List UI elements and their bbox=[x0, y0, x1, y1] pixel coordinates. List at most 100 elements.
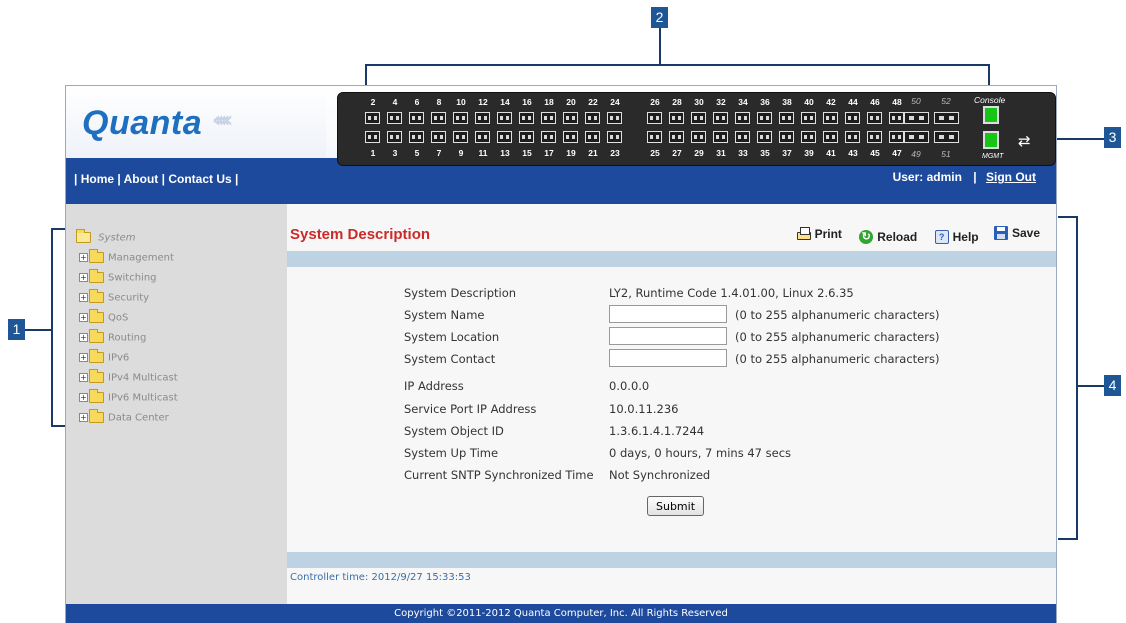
ethernet-port-31[interactable] bbox=[713, 131, 728, 143]
help-button[interactable]: ? Help bbox=[934, 230, 979, 244]
ethernet-port-21[interactable] bbox=[585, 131, 600, 143]
sidebar-item-ipv4-multicast[interactable]: + IPv4 Multicast bbox=[79, 369, 178, 384]
callout-4-line bbox=[1078, 385, 1104, 387]
sfp-port-50[interactable] bbox=[904, 112, 929, 124]
nav-sep: | bbox=[74, 172, 78, 186]
ethernet-port-11[interactable] bbox=[475, 131, 490, 143]
expand-icon[interactable]: + bbox=[79, 313, 88, 322]
ethernet-port-32[interactable] bbox=[713, 112, 728, 124]
ethernet-port-47[interactable] bbox=[889, 131, 904, 143]
callout-1-bracket bbox=[51, 228, 53, 427]
ethernet-port-8[interactable] bbox=[431, 112, 446, 124]
port-number-label: 45 bbox=[870, 148, 880, 158]
swap-arrows-icon[interactable]: ⇄ bbox=[1018, 132, 1031, 150]
ethernet-port-14[interactable] bbox=[497, 112, 512, 124]
ethernet-port-22[interactable] bbox=[585, 112, 600, 124]
sidebar-item-routing[interactable]: + Routing bbox=[79, 329, 146, 344]
footer-band bbox=[287, 552, 1056, 568]
console-port[interactable] bbox=[983, 106, 999, 124]
port-number-label: 17 bbox=[544, 148, 554, 158]
ethernet-port-6[interactable] bbox=[409, 112, 424, 124]
ethernet-port-17[interactable] bbox=[541, 131, 556, 143]
ethernet-port-36[interactable] bbox=[757, 112, 772, 124]
reload-button[interactable]: ↻ Reload bbox=[859, 230, 917, 244]
sidebar-item-security[interactable]: + Security bbox=[79, 289, 149, 304]
ethernet-port-46[interactable] bbox=[867, 112, 882, 124]
header: Quanta ‹‹‹‹‹ | Home | About | Contact Us… bbox=[66, 86, 1056, 204]
ethernet-port-33[interactable] bbox=[735, 131, 750, 143]
sidebar-item-ipv6[interactable]: + IPv6 bbox=[79, 349, 129, 364]
sfp-port-51[interactable] bbox=[934, 131, 959, 143]
expand-icon[interactable]: + bbox=[79, 373, 88, 382]
submit-button[interactable]: Submit bbox=[647, 496, 705, 516]
system-location-input[interactable] bbox=[609, 327, 727, 345]
ethernet-port-12[interactable] bbox=[475, 112, 490, 124]
nav-home-link[interactable]: Home bbox=[81, 172, 114, 186]
help-book-icon: ? bbox=[934, 230, 949, 244]
ethernet-port-42[interactable] bbox=[823, 112, 838, 124]
ethernet-port-9[interactable] bbox=[453, 131, 468, 143]
ethernet-port-15[interactable] bbox=[519, 131, 534, 143]
ethernet-port-28[interactable] bbox=[669, 112, 684, 124]
sidebar-item-management[interactable]: + Management bbox=[79, 249, 174, 264]
ethernet-port-13[interactable] bbox=[497, 131, 512, 143]
switch-panel[interactable]: 2 4 6 8 10 12 14 16 18 20 22 24 26 28 30 32 34 36 38 40 42 44… bbox=[337, 92, 1056, 166]
field-label: System Object ID bbox=[404, 424, 504, 438]
ethernet-port-34[interactable] bbox=[735, 112, 750, 124]
tree-root-system[interactable]: System bbox=[76, 229, 135, 244]
ethernet-port-43[interactable] bbox=[845, 131, 860, 143]
ethernet-port-29[interactable] bbox=[691, 131, 706, 143]
ethernet-port-40[interactable] bbox=[801, 112, 816, 124]
print-button[interactable]: Print bbox=[796, 227, 842, 241]
ethernet-port-5[interactable] bbox=[409, 131, 424, 143]
ethernet-port-23[interactable] bbox=[607, 131, 622, 143]
ethernet-port-24[interactable] bbox=[607, 112, 622, 124]
ethernet-port-18[interactable] bbox=[541, 112, 556, 124]
ethernet-port-48[interactable] bbox=[889, 112, 904, 124]
expand-icon[interactable]: + bbox=[79, 333, 88, 342]
ethernet-port-39[interactable] bbox=[801, 131, 816, 143]
ethernet-port-16[interactable] bbox=[519, 112, 534, 124]
ethernet-port-7[interactable] bbox=[431, 131, 446, 143]
expand-icon[interactable]: + bbox=[79, 273, 88, 282]
ethernet-port-3[interactable] bbox=[387, 131, 402, 143]
nav-contact-link[interactable]: Contact Us bbox=[168, 172, 231, 186]
ethernet-port-44[interactable] bbox=[845, 112, 860, 124]
ethernet-port-45[interactable] bbox=[867, 131, 882, 143]
sidebar-item-qos[interactable]: + QoS bbox=[79, 309, 128, 324]
ethernet-port-30[interactable] bbox=[691, 112, 706, 124]
save-button[interactable]: Save bbox=[993, 226, 1040, 240]
expand-icon[interactable]: + bbox=[79, 393, 88, 402]
system-contact-input[interactable] bbox=[609, 349, 727, 367]
ethernet-port-37[interactable] bbox=[779, 131, 794, 143]
ethernet-port-1[interactable] bbox=[365, 131, 380, 143]
sfp-port-52[interactable] bbox=[934, 112, 959, 124]
ethernet-port-26[interactable] bbox=[647, 112, 662, 124]
ethernet-port-25[interactable] bbox=[647, 131, 662, 143]
port-number-label: 12 bbox=[478, 97, 488, 107]
sign-out-link[interactable]: Sign Out bbox=[986, 170, 1036, 184]
port-number-label: 6 bbox=[414, 97, 420, 107]
folder-icon bbox=[89, 289, 104, 303]
ethernet-port-4[interactable] bbox=[387, 112, 402, 124]
sidebar-item-data-center[interactable]: + Data Center bbox=[79, 409, 169, 424]
ethernet-port-10[interactable] bbox=[453, 112, 468, 124]
ethernet-port-35[interactable] bbox=[757, 131, 772, 143]
sfp-port-49[interactable] bbox=[904, 131, 929, 143]
system-name-input[interactable] bbox=[609, 305, 727, 323]
ethernet-port-19[interactable] bbox=[563, 131, 578, 143]
sidebar-item-switching[interactable]: + Switching bbox=[79, 269, 157, 284]
ethernet-port-41[interactable] bbox=[823, 131, 838, 143]
nav-about-link[interactable]: About bbox=[124, 172, 159, 186]
expand-icon[interactable]: + bbox=[79, 413, 88, 422]
ethernet-port-38[interactable] bbox=[779, 112, 794, 124]
ethernet-port-27[interactable] bbox=[669, 131, 684, 143]
expand-icon[interactable]: + bbox=[79, 293, 88, 302]
mgmt-port[interactable] bbox=[983, 131, 999, 149]
folder-icon bbox=[89, 389, 104, 403]
expand-icon[interactable]: + bbox=[79, 353, 88, 362]
ethernet-port-2[interactable] bbox=[365, 112, 380, 124]
ethernet-port-20[interactable] bbox=[563, 112, 578, 124]
sidebar-item-ipv6-multicast[interactable]: + IPv6 Multicast bbox=[79, 389, 178, 404]
expand-icon[interactable]: + bbox=[79, 253, 88, 262]
